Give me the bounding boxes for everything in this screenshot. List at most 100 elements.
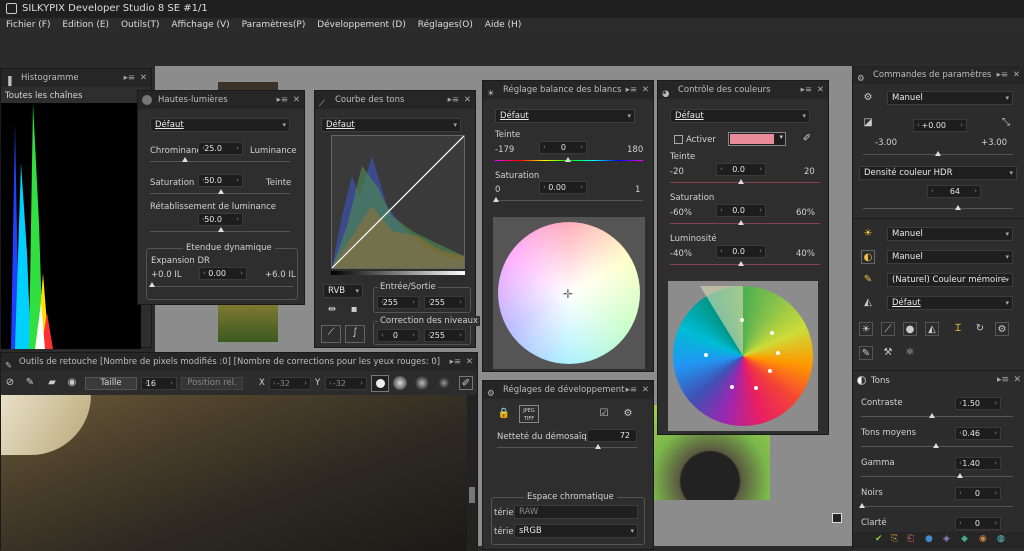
size-input[interactable]: ‹ 16 ›	[141, 377, 177, 390]
wb-preset-dropdown[interactable]: Défaut ▾	[495, 109, 635, 123]
slider-thumb[interactable]	[957, 473, 963, 478]
tone-mode-dropdown[interactable]: Manuel ▾	[887, 250, 1013, 264]
settings-gear-icon[interactable]: ⚙	[621, 407, 635, 421]
no-retouch-icon[interactable]: ⊘	[3, 376, 17, 390]
menu-file[interactable]: Fichier (F)	[6, 20, 50, 30]
close-icon[interactable]: ✕	[1013, 66, 1020, 84]
color-preset-dropdown[interactable]: Défaut ▾	[670, 109, 810, 123]
resize-grip-icon[interactable]	[832, 513, 842, 523]
sharpness-icon[interactable]: ◭	[861, 296, 875, 310]
highlight-tool-icon[interactable]: ●	[903, 322, 917, 336]
panel-menu-icon[interactable]: ▸≡	[626, 81, 637, 99]
cc-point[interactable]	[740, 318, 744, 322]
cc-teinte-slider[interactable]	[670, 182, 820, 183]
restore-input[interactable]: ‹ 50.0 ›	[198, 213, 243, 226]
slider-thumb[interactable]	[565, 157, 571, 162]
tone-input[interactable]: ‹ 1.50 ›	[955, 397, 1001, 410]
curve-graph[interactable]	[331, 135, 465, 269]
cc-teinte-input[interactable]: ‹ 0.0 ›	[716, 163, 766, 176]
tone-input[interactable]: ‹ 0 ›	[955, 487, 1001, 500]
activate-checkbox[interactable]	[674, 135, 683, 144]
eyedropper-icon[interactable]: ✐	[459, 376, 473, 390]
apply-icon[interactable]: ✔	[875, 534, 883, 544]
slider-thumb[interactable]	[859, 503, 865, 508]
slider-thumb[interactable]	[935, 151, 941, 156]
tone-slider[interactable]	[861, 506, 1013, 507]
cc-point[interactable]	[730, 385, 734, 389]
close-icon[interactable]: ✕	[1013, 375, 1021, 385]
close-icon[interactable]: ✕	[464, 91, 471, 109]
slider-thumb[interactable]	[955, 205, 961, 210]
color-mode-dropdown[interactable]: (Naturel) Couleur mémoire ▾	[887, 273, 1013, 287]
cc-sat-input[interactable]: ‹ 0.0 ›	[716, 204, 766, 217]
eyedropper-icon[interactable]: ✐	[800, 132, 814, 146]
menu-params[interactable]: Paramètres(P)	[242, 20, 306, 30]
panel-menu-icon[interactable]: ▸≡	[801, 81, 812, 99]
reset-icon[interactable]: ●	[925, 534, 933, 544]
slider-thumb[interactable]	[218, 189, 224, 194]
cc-point[interactable]	[776, 351, 780, 355]
cc-point[interactable]	[770, 331, 774, 335]
checklist-icon[interactable]: ☑	[597, 407, 611, 421]
slider-thumb[interactable]	[182, 157, 188, 162]
linear-curve-icon[interactable]: ⟋	[321, 325, 341, 343]
exposure-mode-dropdown[interactable]: Manuel ▾	[887, 91, 1013, 105]
brush-medium-icon[interactable]	[393, 376, 407, 390]
noise-tool-icon[interactable]: ◭	[925, 322, 939, 336]
cc-color-wheel[interactable]	[673, 286, 813, 426]
history-icon[interactable]: ◈	[943, 534, 950, 544]
panel-menu-icon[interactable]: ▸≡	[450, 353, 461, 371]
lens-tool-icon[interactable]: Ɪ	[951, 322, 965, 336]
retouch-scrollbar[interactable]	[467, 395, 477, 551]
tone-input[interactable]: ‹ 0.46 ›	[955, 427, 1001, 440]
menu-tools[interactable]: Outils(T)	[121, 20, 160, 30]
wb-tint-input[interactable]: ‹ 0 ›	[539, 141, 587, 154]
close-icon[interactable]: ✕	[466, 353, 473, 371]
menu-edit[interactable]: Edition (E)	[62, 20, 109, 30]
slider-thumb[interactable]	[933, 443, 939, 448]
color-pencil-icon[interactable]: ✎	[861, 273, 875, 287]
menu-develop[interactable]: Développement (D)	[317, 20, 406, 30]
level-low-input[interactable]: ‹ 0 ›	[377, 329, 419, 342]
slider-thumb[interactable]	[738, 220, 744, 225]
color-space-output[interactable]: sRGB ▾	[514, 524, 638, 538]
cc-lum-input[interactable]: ‹ 0.0 ›	[716, 245, 766, 258]
menu-help[interactable]: Aide (H)	[485, 20, 522, 30]
pen-icon[interactable]: ✎	[23, 376, 37, 390]
slider-thumb[interactable]	[149, 282, 155, 287]
hdr-dropdown[interactable]: Densité couleur HDR ▾	[859, 166, 1017, 180]
chrominance-input[interactable]: ‹ 25.0 ›	[198, 142, 243, 155]
close-icon[interactable]: ✕	[817, 81, 824, 99]
dev-tool-icon[interactable]: ⚙	[995, 322, 1009, 336]
menu-settings[interactable]: Réglages(O)	[418, 20, 473, 30]
lock-icon[interactable]: 🔒	[497, 407, 511, 421]
chrominance-slider[interactable]	[150, 161, 290, 162]
highlights-preset-dropdown[interactable]: Défaut ▾	[150, 118, 290, 132]
mix-tool-icon[interactable]: ⚛	[903, 346, 917, 360]
rotate-tool-icon[interactable]: ↻	[973, 322, 987, 336]
tone-input[interactable]: ‹ 1.40 ›	[955, 457, 1001, 470]
wb-sat-slider[interactable]	[495, 200, 643, 201]
slider-thumb[interactable]	[218, 227, 224, 232]
saturation-input[interactable]: ‹ 50.0 ›	[198, 174, 243, 187]
panel-menu-icon[interactable]: ▸≡	[277, 91, 288, 109]
auto-exposure-icon[interactable]: ⤡	[999, 116, 1013, 130]
slider-thumb[interactable]	[738, 179, 744, 184]
cc-point[interactable]	[754, 386, 758, 390]
hdr-slider[interactable]	[863, 208, 1013, 209]
exposure-input[interactable]: ‹ +0.00 ›	[913, 119, 967, 132]
panel-menu-icon[interactable]: ▸≡	[997, 375, 1009, 385]
panel-menu-icon[interactable]: ▸≡	[448, 91, 459, 109]
add-point-icon[interactable]: ⇹	[325, 303, 339, 317]
io-input[interactable]: ‹ 255 ›	[377, 296, 419, 309]
cc-point[interactable]	[704, 353, 708, 357]
demosaic-input[interactable]: 72	[587, 429, 637, 442]
retouch-preview[interactable]	[1, 395, 467, 551]
curve-channel-dropdown[interactable]: RVB ▾	[323, 284, 363, 298]
demosaic-slider[interactable]	[497, 447, 637, 448]
slider-thumb[interactable]	[493, 197, 499, 202]
dr-slider[interactable]	[151, 286, 293, 287]
color-swatch-picker[interactable]: ▾	[728, 132, 786, 146]
exposure-bias-icon[interactable]: ◪	[861, 116, 875, 130]
star-icon[interactable]: ◉	[979, 534, 987, 544]
